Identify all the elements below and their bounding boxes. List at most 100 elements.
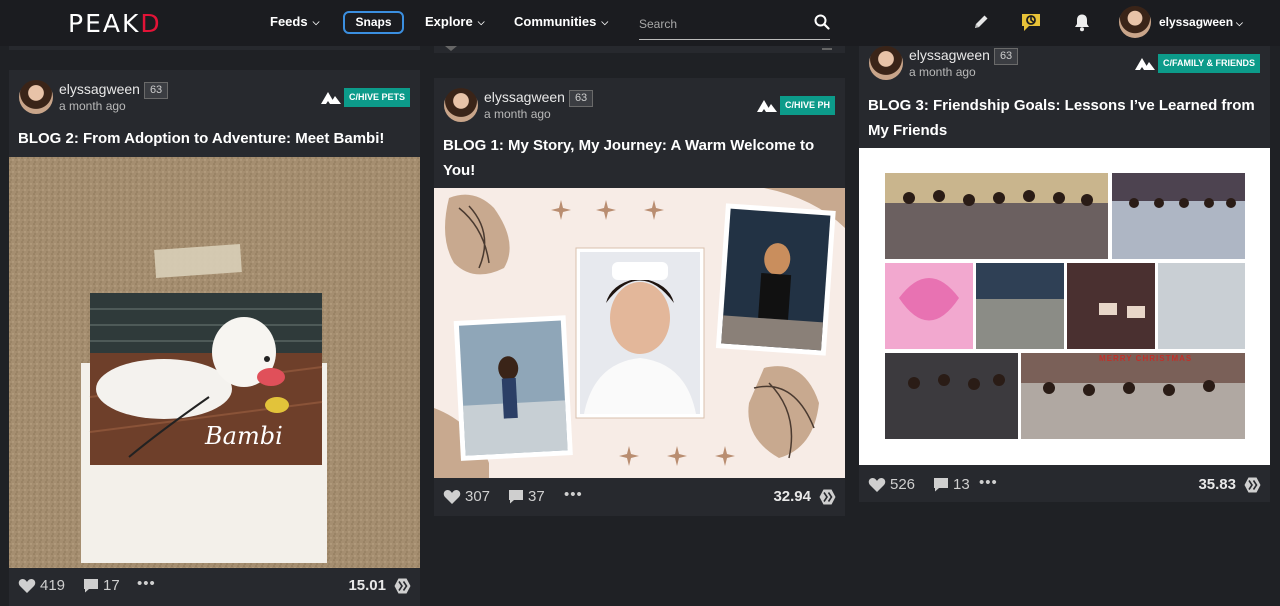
- post-title-line: BLOG 3: Friendship Goals: Lessons I’ve L…: [868, 97, 1255, 114]
- upvote-button[interactable]: 526: [868, 476, 915, 493]
- community-logo-icon: [756, 100, 777, 112]
- community-badge: C/HIVE PETS: [343, 87, 410, 107]
- comment-count: 37: [528, 488, 545, 505]
- thumbnail-caption: Bambi: [205, 422, 283, 450]
- comments-button[interactable]: 37: [508, 488, 545, 505]
- author-avatar[interactable]: [869, 46, 903, 80]
- comments-button[interactable]: 13: [933, 476, 970, 493]
- thumbnail-banner: Merry Christmas: [1099, 354, 1193, 363]
- post-thumbnail[interactable]: [434, 188, 845, 478]
- post-footer: 419 17 ••• 15.01: [9, 572, 420, 602]
- vote-count: 526: [890, 476, 916, 493]
- author-name[interactable]: elyssagween 63: [484, 89, 594, 107]
- comment-icon: [934, 478, 948, 492]
- post-time: a month ago: [59, 99, 126, 113]
- nav-feeds-label: Feeds: [270, 14, 308, 29]
- bell-icon[interactable]: [1073, 13, 1091, 37]
- peakd-logo[interactable]: PEAKD: [68, 9, 162, 38]
- user-menu-name: elyssagween ⌵: [1159, 15, 1243, 29]
- heart-icon: [868, 477, 886, 492]
- comment-icon: [509, 490, 523, 504]
- community-badge: C/FAMILY & FRIENDS: [1157, 53, 1260, 73]
- previous-post-stub: [434, 46, 845, 53]
- post-title[interactable]: BLOG 3: Friendship Goals: Lessons I’ve L…: [868, 93, 1255, 143]
- more-icon[interactable]: •••: [979, 474, 998, 491]
- collage-image: [434, 188, 845, 478]
- search-icon[interactable]: [814, 14, 830, 35]
- payout-amount[interactable]: 35.83: [1198, 476, 1261, 493]
- nav-explore-label: Explore: [425, 14, 473, 29]
- upvote-button[interactable]: 419: [18, 577, 65, 594]
- logo-text: PEAK: [68, 9, 141, 38]
- reputation-badge: 63: [568, 90, 594, 107]
- top-navbar: PEAKD Feeds ⌵ Snaps Explore ⌵ Communities ⌵…: [0, 0, 1280, 46]
- previous-post-stub: [9, 46, 420, 50]
- post-card[interactable]: elyssagween 63 a month ago C/FAMILY & FRI…: [859, 36, 1270, 502]
- nav-feeds[interactable]: Feeds ⌵: [270, 14, 319, 29]
- nav-snaps-button[interactable]: Snaps: [343, 11, 404, 34]
- post-thumbnail[interactable]: Bambi: [9, 157, 420, 568]
- more-icon[interactable]: •••: [137, 575, 156, 592]
- upvote-button[interactable]: 307: [443, 488, 490, 505]
- post-footer: 307 37 ••• 32.94: [434, 483, 845, 513]
- comment-count: 17: [103, 577, 120, 594]
- author-avatar[interactable]: [444, 88, 478, 122]
- post-title-line: My Friends: [868, 122, 948, 139]
- author-name-text: elyssagween: [909, 47, 990, 63]
- payout-value: 15.01: [348, 577, 386, 594]
- hive-icon: [819, 489, 836, 504]
- payout-amount[interactable]: 32.94: [773, 488, 836, 505]
- search-input[interactable]: [639, 11, 799, 37]
- more-icon[interactable]: •••: [564, 486, 583, 503]
- pencil-icon[interactable]: [972, 13, 990, 36]
- post-title[interactable]: BLOG 2: From Adoption to Adventure: Meet…: [18, 126, 384, 151]
- post-header: elyssagween 63 a month ago C/HIVE PH: [444, 88, 835, 124]
- notification-chat-icon[interactable]: [1019, 10, 1043, 39]
- comment-icon: [84, 579, 98, 593]
- community-link[interactable]: C/HIVE PETS: [320, 87, 410, 107]
- post-thumbnail[interactable]: Merry Christmas: [859, 148, 1270, 465]
- hive-icon: [1244, 477, 1261, 492]
- author-name[interactable]: elyssagween 63: [59, 81, 169, 99]
- nav-explore[interactable]: Explore ⌵: [425, 14, 485, 29]
- vote-count: 307: [465, 488, 491, 505]
- nav-communities[interactable]: Communities ⌵: [514, 14, 608, 29]
- author-name-text: elyssagween: [484, 89, 565, 105]
- user-avatar: [1119, 6, 1151, 38]
- heart-icon: [445, 46, 457, 51]
- chevron-down-icon: ⌵: [601, 17, 609, 27]
- post-title-line: You!: [443, 162, 476, 179]
- post-title-line: BLOG 1: My Story, My Journey: A Warm Wel…: [443, 137, 815, 154]
- post-title[interactable]: BLOG 1: My Story, My Journey: A Warm Wel…: [443, 133, 814, 183]
- author-name[interactable]: elyssagween 63: [909, 47, 1019, 65]
- heart-icon: [443, 489, 461, 504]
- more-icon: [822, 48, 832, 50]
- heart-icon: [18, 578, 36, 593]
- community-link[interactable]: C/FAMILY & FRIENDS: [1134, 53, 1260, 73]
- community-link[interactable]: C/HIVE PH: [756, 95, 835, 115]
- user-menu[interactable]: elyssagween ⌵: [1119, 6, 1243, 40]
- logo-accent: D: [140, 9, 162, 38]
- chevron-down-icon: ⌵: [312, 17, 320, 27]
- chevron-down-icon: ⌵: [1236, 18, 1243, 28]
- post-time: a month ago: [484, 107, 551, 121]
- post-header: elyssagween 63 a month ago C/FAMILY & FRI…: [869, 46, 1260, 82]
- hive-icon: [394, 578, 411, 593]
- community-logo-icon: [1134, 58, 1155, 70]
- post-header: elyssagween 63 a month ago C/HIVE PETS: [19, 80, 410, 116]
- post-footer: 526 13 ••• 35.83: [859, 471, 1270, 501]
- comments-button[interactable]: 17: [83, 577, 120, 594]
- post-card[interactable]: elyssagween 63 a month ago C/HIVE PH BLOG…: [434, 78, 845, 516]
- friends-collage-image: [859, 148, 1270, 465]
- post-card[interactable]: elyssagween 63 a month ago C/HIVE PETS BL…: [9, 70, 420, 606]
- user-name: elyssagween: [1159, 15, 1234, 29]
- payout-amount[interactable]: 15.01: [348, 577, 411, 594]
- vote-count: 419: [40, 577, 66, 594]
- community-badge: C/HIVE PH: [779, 95, 835, 115]
- author-avatar[interactable]: [19, 80, 53, 114]
- nav-communities-label: Communities: [514, 14, 597, 29]
- payout-value: 35.83: [1198, 476, 1236, 493]
- comment-count: 13: [953, 476, 970, 493]
- reputation-badge: 63: [143, 82, 169, 99]
- search-box: [639, 10, 830, 40]
